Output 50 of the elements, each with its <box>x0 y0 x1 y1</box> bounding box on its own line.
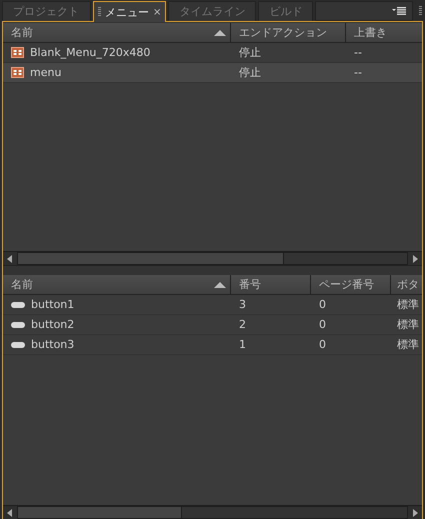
column-header[interactable]: ボタ <box>397 277 419 292</box>
column-header[interactable]: ページ番号 <box>319 277 374 292</box>
column-header[interactable]: 名前 <box>11 25 33 40</box>
table-cell: 停止 <box>239 45 261 60</box>
horizontal-scrollbar[interactable] <box>3 251 422 265</box>
close-icon[interactable]: × <box>153 6 162 18</box>
table-cell: 1 <box>239 338 246 351</box>
scroll-right-icon[interactable] <box>412 508 418 516</box>
column-header[interactable]: 名前 <box>11 277 33 292</box>
menu-row[interactable]: menu 停止 -- <box>3 63 422 83</box>
table-cell: button1 <box>31 298 74 311</box>
menu-icon <box>11 67 24 78</box>
grip-icon[interactable] <box>98 7 101 17</box>
menu-icon <box>11 47 24 58</box>
button-row[interactable]: button3 1 0 標準 <box>3 335 422 355</box>
table-cell: 2 <box>239 318 246 331</box>
table-cell: 3 <box>239 298 246 311</box>
table-cell: 標準 <box>397 297 419 312</box>
column-header[interactable]: 番号 <box>239 277 261 292</box>
button-row[interactable]: button2 2 0 標準 <box>3 315 422 335</box>
table-cell: 0 <box>319 338 326 351</box>
panel-tab[interactable]: タイムライン <box>168 1 256 21</box>
table-cell: 0 <box>319 318 326 331</box>
sort-arrow-icon <box>214 282 226 288</box>
table-cell: menu <box>30 66 62 79</box>
table-cell: 停止 <box>239 65 261 80</box>
column-header[interactable]: 上書き <box>354 25 387 40</box>
button-icon <box>11 302 25 308</box>
scroll-left-icon[interactable] <box>7 508 13 516</box>
sort-arrow-icon <box>214 30 226 36</box>
panel-menu-icon[interactable] <box>392 7 406 15</box>
scroll-left-icon[interactable] <box>7 254 13 262</box>
scroll-right-icon[interactable] <box>412 254 418 262</box>
table-cell: 標準 <box>397 317 419 332</box>
table-cell: 0 <box>319 298 326 311</box>
table-cell: -- <box>354 66 362 79</box>
button-icon <box>11 342 25 348</box>
panel-tab[interactable]: メニュー × <box>93 1 166 22</box>
table-cell: button2 <box>31 318 74 331</box>
table-cell: 標準 <box>397 337 419 352</box>
button-row[interactable]: button1 3 0 標準 <box>3 295 422 315</box>
table-cell: Blank_Menu_720x480 <box>30 46 150 59</box>
column-header[interactable]: エンドアクション <box>239 25 327 40</box>
table-cell: -- <box>354 46 362 59</box>
horizontal-scrollbar[interactable] <box>3 505 422 519</box>
table-cell: button3 <box>31 338 74 351</box>
button-icon <box>11 322 25 328</box>
panel-tab[interactable]: ビルド <box>258 1 314 21</box>
grip-icon[interactable] <box>418 6 422 16</box>
panel-tab[interactable]: プロジェクト <box>2 1 91 21</box>
